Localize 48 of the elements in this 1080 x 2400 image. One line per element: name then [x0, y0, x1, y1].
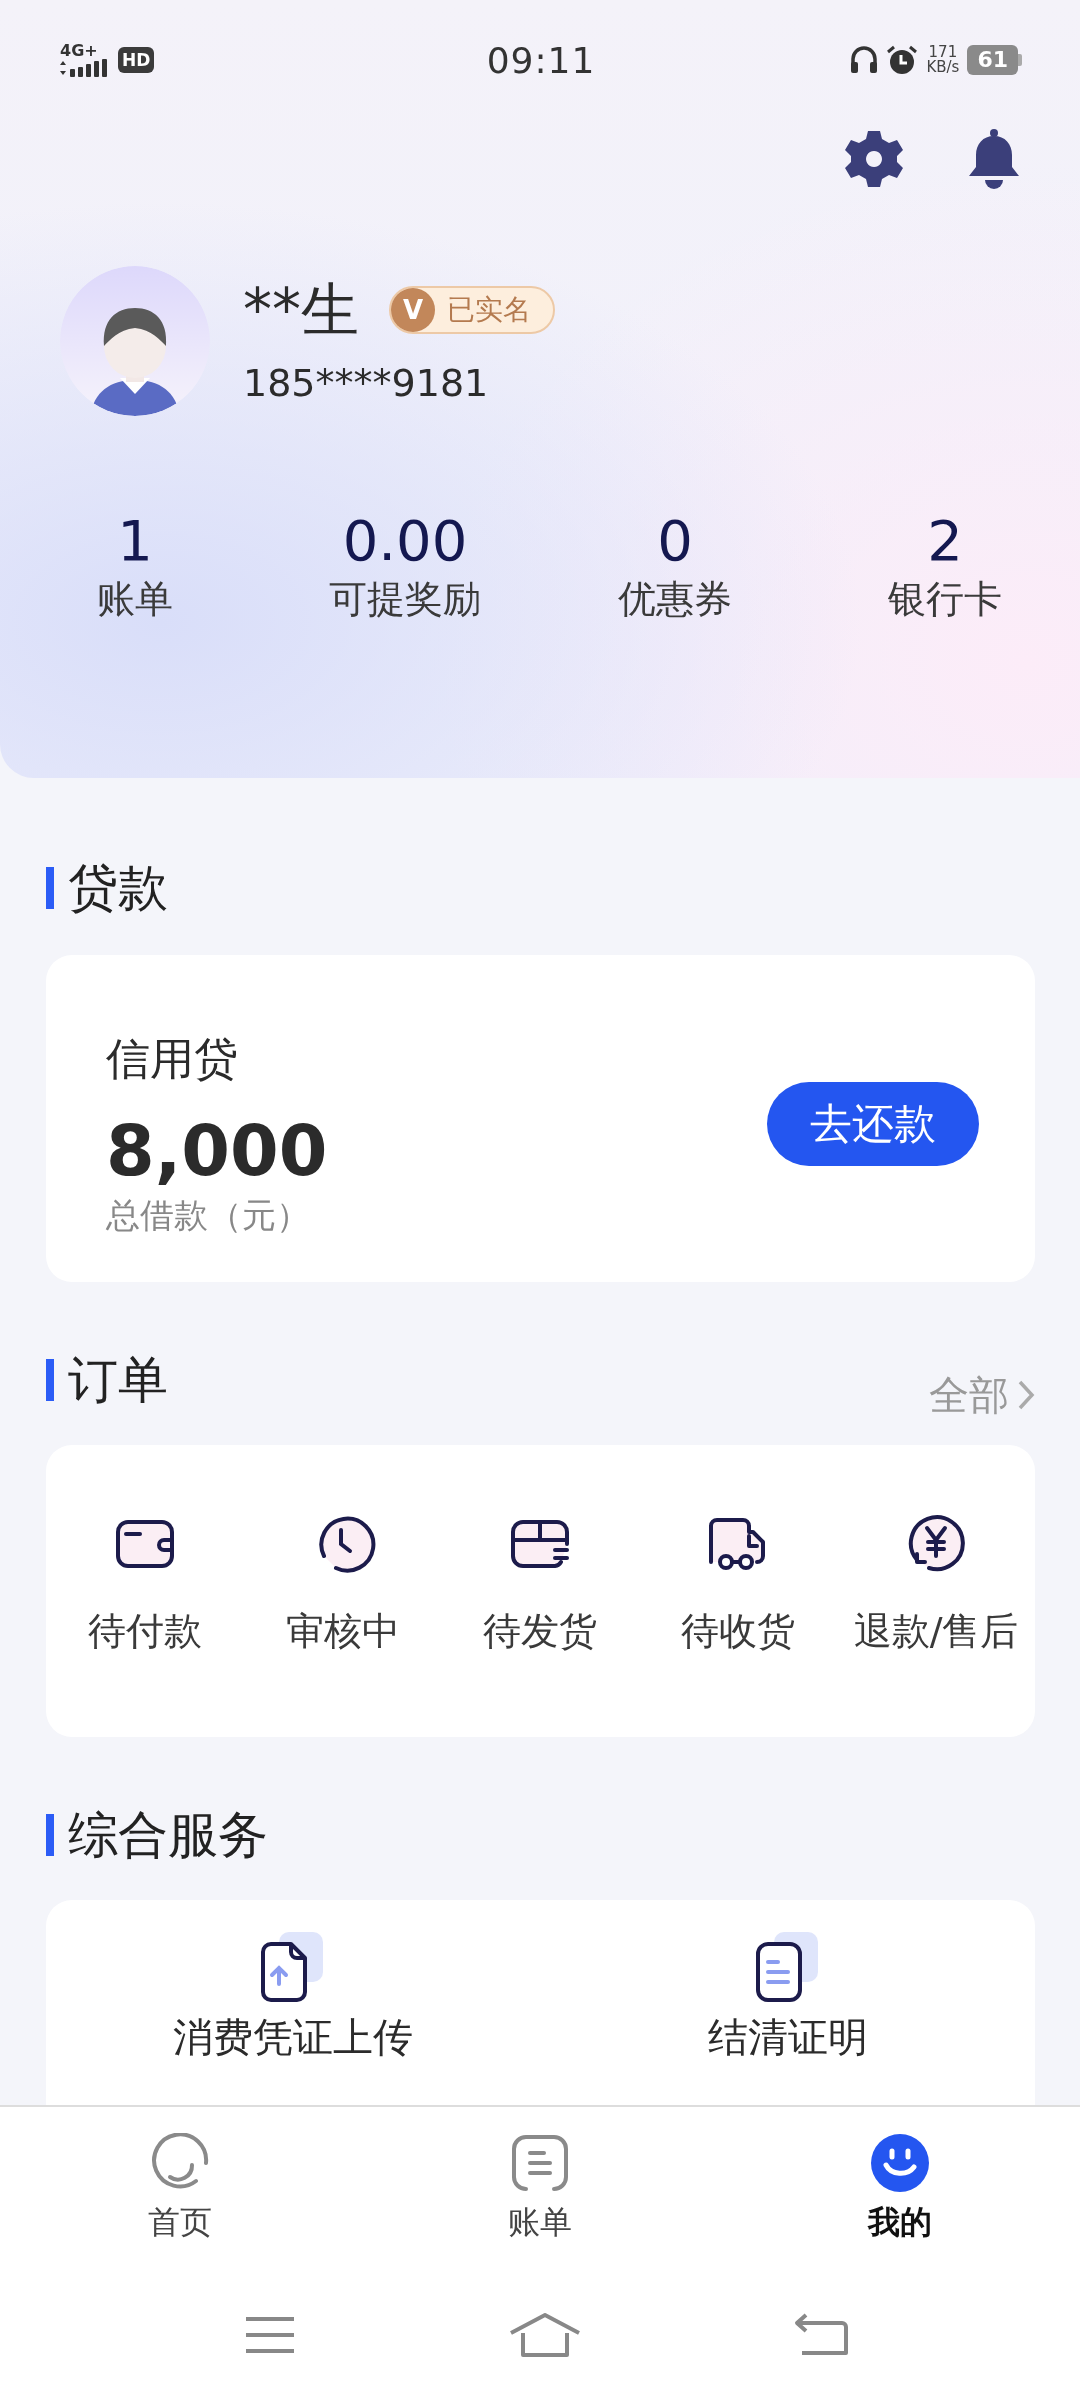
- amount-label: 总借款（元）: [106, 1193, 311, 1237]
- notification-bell-icon[interactable]: [968, 128, 1020, 190]
- headphones-icon: [850, 45, 879, 75]
- verified-badge: V 已实名: [389, 286, 555, 334]
- speed-unit: KB/s: [926, 60, 960, 75]
- stat-label[interactable]: 银行卡: [888, 574, 1002, 624]
- stat-label[interactable]: 优惠券: [618, 574, 732, 624]
- stat-value[interactable]: 0: [657, 508, 693, 574]
- stat-label[interactable]: 账单: [97, 574, 173, 624]
- smiley-icon: [870, 2132, 930, 2193]
- order-status-label[interactable]: 审核中: [285, 1605, 400, 1657]
- loan-amount: 8,000: [106, 1108, 328, 1193]
- clock-time: 09:11: [486, 39, 596, 81]
- phone-number: 185****9181: [243, 361, 490, 405]
- back-icon[interactable]: [794, 2313, 848, 2357]
- stat-label[interactable]: 可提奖励: [329, 574, 481, 624]
- alarm-icon: [886, 44, 919, 76]
- accent-bar: [46, 867, 54, 909]
- bill-icon: [510, 2132, 570, 2193]
- section-title: 订单: [68, 1349, 168, 1411]
- tab[interactable]: 首页: [0, 2107, 360, 2270]
- order-status-label[interactable]: 退款/售后: [853, 1605, 1019, 1657]
- home-icon[interactable]: [509, 2313, 581, 2357]
- accent-bar: [46, 1359, 54, 1401]
- network-type: 4G+: [60, 43, 98, 59]
- loan-product: 信用贷: [106, 1031, 239, 1086]
- order-status-label[interactable]: 待发货: [483, 1605, 598, 1657]
- section-title: 综合服务: [68, 1804, 268, 1866]
- stat-value[interactable]: 0.00: [342, 508, 468, 574]
- order-status-label[interactable]: 待付款: [87, 1605, 202, 1657]
- tab[interactable]: 账单: [360, 2107, 720, 2270]
- accent-bar: [46, 1814, 54, 1856]
- chevron-right-icon: [1017, 1379, 1035, 1411]
- repay-button[interactable]: 去还款: [767, 1081, 979, 1166]
- menu-icon[interactable]: [244, 2315, 296, 2355]
- network-speed: 171: [928, 45, 958, 60]
- service-label[interactable]: 结清证明: [707, 2010, 868, 2065]
- user-name: **生: [243, 277, 359, 343]
- tab[interactable]: 我的: [720, 2107, 1080, 2270]
- section-title: 贷款: [68, 857, 168, 919]
- service-label[interactable]: 消费凭证上传: [173, 2010, 414, 2065]
- stat-value[interactable]: 1: [117, 508, 153, 574]
- order-status-label[interactable]: 待收货: [681, 1605, 796, 1657]
- settings-icon[interactable]: [844, 129, 904, 189]
- hd-badge: HD: [118, 47, 155, 73]
- signal-icon: [60, 59, 108, 77]
- battery-level: 61: [967, 45, 1018, 75]
- stat-value[interactable]: 2: [927, 508, 963, 574]
